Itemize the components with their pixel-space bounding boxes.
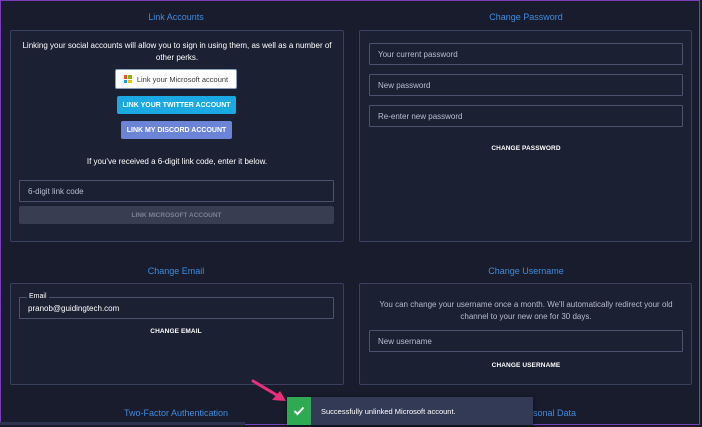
change-username-button[interactable]: CHANGE USERNAME: [470, 362, 582, 369]
microsoft-logo-icon: [123, 75, 132, 83]
personal-data-title: rsonal Data: [530, 408, 577, 418]
link-code-input[interactable]: 6-digit link code: [19, 180, 334, 202]
link-discord-account-button[interactable]: LINK MY DISCORD ACCOUNT: [121, 121, 232, 139]
two-factor-title: Two-Factor Authentication: [123, 408, 229, 418]
link-code-placeholder: 6-digit link code: [28, 186, 84, 196]
reenter-password-input[interactable]: Re-enter new password: [369, 105, 683, 127]
link-microsoft-code-button[interactable]: LINK MICROSOFT ACCOUNT: [19, 206, 334, 224]
current-password-input[interactable]: Your current password: [369, 43, 683, 65]
checkmark-icon: [287, 397, 311, 425]
change-email-button[interactable]: CHANGE EMAIL: [120, 328, 232, 335]
change-password-button[interactable]: CHANGE PASSWORD: [470, 145, 582, 152]
new-password-input[interactable]: New password: [369, 74, 683, 96]
link-microsoft-account-label: Link your Microsoft account: [136, 74, 229, 84]
annotation-arrow-icon: [251, 379, 286, 401]
email-field[interactable]: pranob@guidingtech.com: [19, 297, 334, 319]
email-value: pranob@guidingtech.com: [28, 303, 120, 313]
change-username-description: You can change your username once a mont…: [379, 300, 673, 321]
link-twitter-account-button[interactable]: LINK YOUR TWITTER ACCOUNT: [117, 96, 236, 114]
new-password-placeholder: New password: [378, 80, 431, 90]
change-password-title: Change Password: [489, 12, 563, 22]
new-username-input[interactable]: New username: [369, 330, 683, 352]
link-microsoft-account-button[interactable]: Link your Microsoft account: [115, 69, 237, 89]
link-code-prompt: If you've received a 6-digit link code, …: [86, 157, 268, 166]
link-accounts-description: Linking your social accounts will allow …: [22, 41, 332, 62]
toast-message: Successfully unlinked Microsoft account.: [321, 406, 456, 416]
current-password-placeholder: Your current password: [378, 49, 458, 59]
scroll-indicator: [0, 422, 245, 425]
new-username-placeholder: New username: [378, 336, 432, 346]
link-accounts-title: Link Accounts: [148, 12, 204, 22]
success-toast: Successfully unlinked Microsoft account.: [287, 397, 533, 425]
change-username-title: Change Username: [488, 266, 564, 276]
email-field-label: Email: [27, 293, 49, 300]
reenter-password-placeholder: Re-enter new password: [378, 111, 463, 121]
change-email-title: Change Email: [147, 266, 205, 276]
